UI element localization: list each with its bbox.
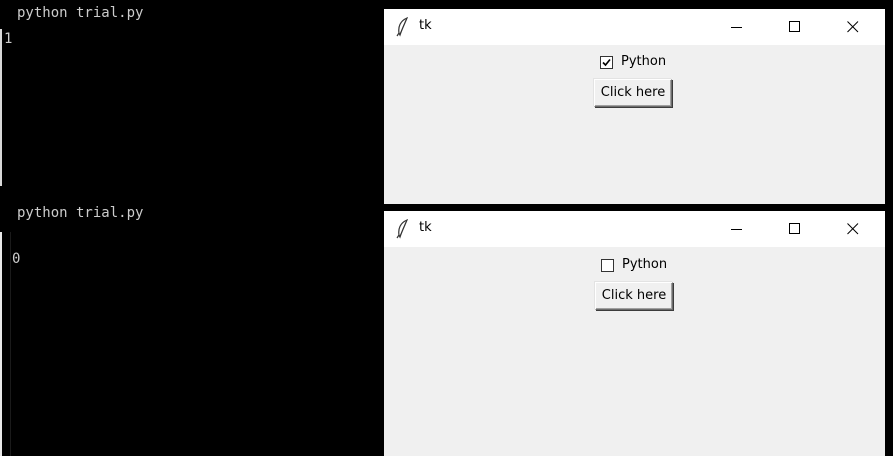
minimize-button[interactable] bbox=[714, 9, 760, 45]
maximize-icon bbox=[789, 223, 800, 234]
terminal-command: python trial.py bbox=[17, 205, 144, 221]
click-here-button[interactable]: Click here bbox=[595, 282, 673, 310]
checkmark-icon bbox=[602, 58, 611, 67]
terminal-inner-border bbox=[10, 232, 11, 456]
tk-feather-icon bbox=[396, 219, 409, 239]
terminal-output: 1 bbox=[4, 31, 13, 47]
maximize-icon bbox=[789, 21, 800, 32]
tk-feather-icon bbox=[396, 17, 409, 37]
close-button[interactable] bbox=[830, 9, 876, 45]
python-checkbox[interactable]: Python bbox=[601, 256, 701, 276]
minimize-icon bbox=[731, 27, 742, 28]
checkbox-label: Python bbox=[621, 54, 667, 69]
checkbox-box[interactable] bbox=[601, 259, 614, 272]
title-bar: tk bbox=[384, 9, 885, 45]
minimize-button[interactable] bbox=[714, 211, 760, 247]
terminal-output: 0 bbox=[12, 251, 21, 267]
tk-window-bottom: tk Python Click here bbox=[384, 211, 885, 456]
minimize-icon bbox=[731, 229, 742, 230]
python-checkbox[interactable]: Python bbox=[600, 53, 700, 73]
terminal-left-border bbox=[0, 29, 2, 186]
maximize-button[interactable] bbox=[772, 211, 818, 247]
close-icon bbox=[847, 223, 859, 235]
terminal-command: python trial.py bbox=[17, 5, 144, 21]
click-here-button[interactable]: Click here bbox=[594, 79, 672, 107]
title-bar: tk bbox=[384, 211, 885, 247]
close-icon bbox=[847, 21, 859, 33]
maximize-button[interactable] bbox=[772, 9, 818, 45]
window-title: tk bbox=[419, 220, 432, 235]
tk-window-top: tk Python Click here bbox=[384, 9, 885, 204]
checkbox-label: Python bbox=[622, 257, 668, 272]
terminal-left-border bbox=[0, 232, 2, 456]
window-title: tk bbox=[419, 18, 432, 33]
checkbox-box[interactable] bbox=[600, 56, 613, 69]
close-button[interactable] bbox=[830, 211, 876, 247]
